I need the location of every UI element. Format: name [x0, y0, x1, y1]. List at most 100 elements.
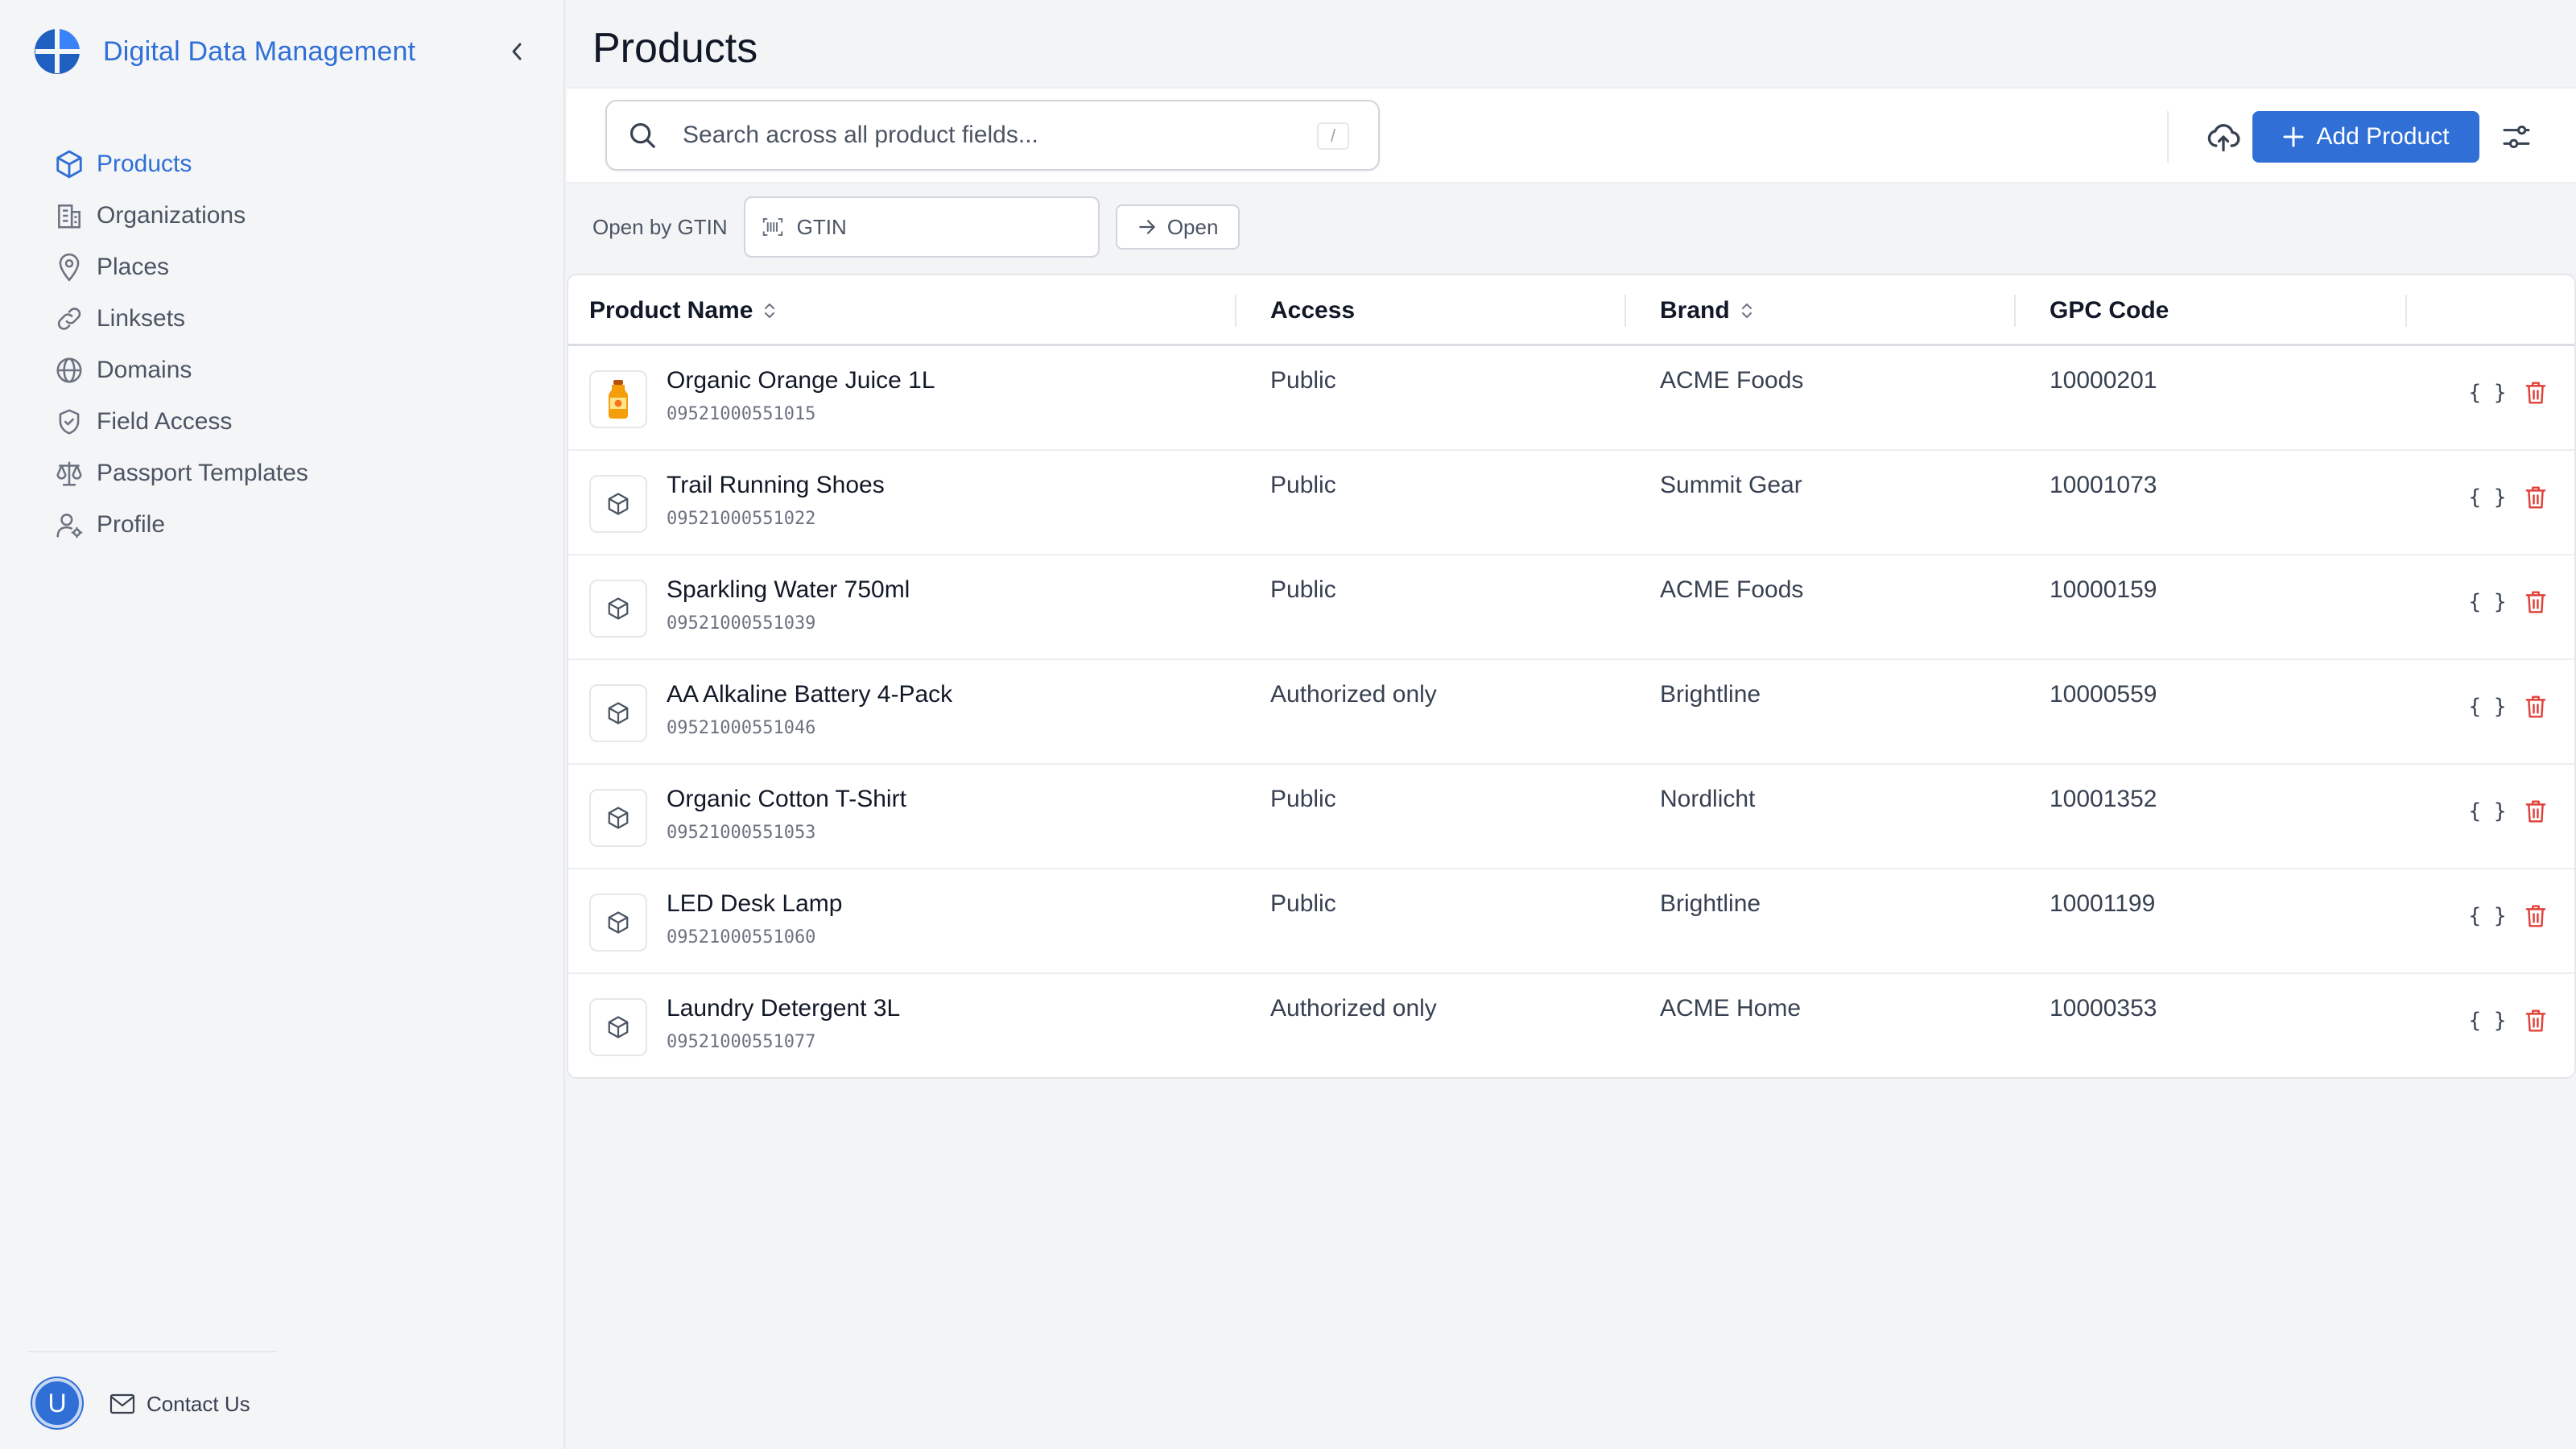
product-name[interactable]: Sparkling Water 750ml: [667, 576, 910, 604]
delete-button[interactable]: [2516, 374, 2555, 412]
table-row[interactable]: Sparkling Water 750ml 09521000551039 Pub…: [568, 555, 2574, 660]
column-header-product-name[interactable]: Product Name: [589, 275, 778, 346]
sidebar-item-label: Places: [97, 254, 170, 280]
trash-icon: [2525, 486, 2546, 509]
delete-button[interactable]: [2516, 1001, 2555, 1040]
table-row[interactable]: Laundry Detergent 3L 09521000551077 Auth…: [568, 974, 2574, 1077]
product-name[interactable]: AA Alkaline Battery 4-Pack: [667, 681, 952, 708]
trash-icon: [2525, 1009, 2546, 1032]
app-title: Digital Data Management: [103, 35, 416, 67]
column-header-label: Product Name: [589, 297, 753, 324]
open-gtin-button[interactable]: Open: [1115, 204, 1240, 250]
product-thumbnail: [589, 684, 647, 742]
delete-button[interactable]: [2516, 687, 2555, 726]
sidebar-item-label: Products: [97, 151, 192, 177]
trash-icon: [2525, 382, 2546, 404]
brand-cell: Nordlicht: [1660, 786, 1756, 812]
table-row[interactable]: Organic Cotton T-Shirt 09521000551053 Pu…: [568, 765, 2574, 869]
brand[interactable]: Digital Data Management: [34, 29, 415, 74]
app-logo-icon: [35, 29, 80, 74]
map-pin-icon: [53, 251, 85, 283]
delete-button[interactable]: [2516, 792, 2555, 831]
delete-button[interactable]: [2516, 478, 2555, 517]
view-json-button[interactable]: { }: [2468, 792, 2507, 831]
gpc-code-cell: 10000159: [2050, 576, 2157, 603]
open-label: Open: [1166, 214, 1219, 239]
sidebar: Digital Data Management Products Organiz…: [0, 0, 565, 1449]
column-header-brand[interactable]: Brand: [1660, 275, 1756, 346]
product-name[interactable]: Organic Orange Juice 1L: [667, 367, 935, 394]
product-name[interactable]: Organic Cotton T-Shirt: [667, 786, 906, 813]
filter-settings-button[interactable]: [2494, 114, 2539, 159]
trash-icon: [2525, 800, 2546, 823]
sidebar-item-organizations[interactable]: Organizations: [53, 190, 520, 242]
barcode-icon: [760, 214, 786, 240]
arrow-right-icon: [1139, 220, 1155, 234]
gtin-input[interactable]: [796, 214, 1071, 240]
upload-button[interactable]: [2201, 114, 2246, 159]
search-shortcut-hint: /: [1317, 122, 1349, 150]
toolbar: / Add Product: [567, 87, 2576, 184]
product-gtin: 09521000551039: [667, 613, 816, 634]
product-name[interactable]: Laundry Detergent 3L: [667, 995, 900, 1022]
sidebar-item-passport-templates[interactable]: Passport Templates: [53, 448, 520, 499]
gtin-field[interactable]: [743, 196, 1100, 258]
column-header-access[interactable]: Access: [1270, 275, 1355, 346]
column-resize-handle[interactable]: [1235, 295, 1236, 327]
products-table: Product Name Access Brand GPC Code Organ…: [567, 274, 2576, 1079]
delete-button[interactable]: [2516, 897, 2555, 935]
search-icon: [625, 118, 660, 153]
product-name[interactable]: LED Desk Lamp: [667, 890, 842, 918]
access-cell: Public: [1270, 890, 1336, 917]
gpc-code-cell: 10000353: [2050, 995, 2157, 1022]
brand-cell: ACME Foods: [1660, 576, 1804, 603]
table-row[interactable]: Trail Running Shoes 09521000551022 Publi…: [568, 451, 2574, 555]
scale-icon: [53, 457, 85, 489]
table-row[interactable]: AA Alkaline Battery 4-Pack 0952100055104…: [568, 660, 2574, 765]
sidebar-divider: [27, 1351, 277, 1352]
view-json-button[interactable]: { }: [2468, 897, 2507, 935]
sort-icon[interactable]: [1740, 299, 1756, 322]
plus-icon: [2283, 126, 2304, 147]
gpc-code-cell: 10001073: [2050, 472, 2157, 498]
product-thumbnail: [589, 580, 647, 638]
view-json-button[interactable]: { }: [2468, 687, 2507, 726]
avatar[interactable]: U: [32, 1378, 82, 1428]
column-header-gpc-code[interactable]: GPC Code: [2050, 275, 2169, 346]
access-cell: Authorized only: [1270, 995, 1437, 1022]
search-input[interactable]: [683, 122, 1278, 149]
chevron-left-icon: [512, 43, 522, 60]
cube-icon: [608, 493, 629, 515]
sidebar-item-linksets[interactable]: Linksets: [53, 293, 520, 345]
building-icon: [53, 200, 85, 232]
table-row[interactable]: LED Desk Lamp 09521000551060 Public Brig…: [568, 869, 2574, 974]
column-header-label: GPC Code: [2050, 297, 2169, 324]
toolbar-divider: [2167, 111, 2169, 163]
add-product-button[interactable]: Add Product: [2252, 111, 2479, 163]
view-json-button[interactable]: { }: [2468, 478, 2507, 517]
access-cell: Public: [1270, 472, 1336, 498]
sort-icon[interactable]: [762, 299, 778, 322]
contact-us-link[interactable]: Contact Us: [109, 1386, 250, 1422]
view-json-button[interactable]: { }: [2468, 374, 2507, 412]
delete-button[interactable]: [2516, 583, 2555, 621]
sidebar-item-places[interactable]: Places: [53, 242, 520, 293]
sidebar-item-label: Domains: [97, 357, 192, 383]
table-row[interactable]: Organic Orange Juice 1L 09521000551015 P…: [568, 346, 2574, 451]
sidebar-item-domains[interactable]: Domains: [53, 345, 520, 396]
sidebar-item-field-access[interactable]: Field Access: [53, 396, 520, 448]
column-resize-handle[interactable]: [1624, 295, 1626, 327]
search-box[interactable]: /: [605, 100, 1380, 171]
column-resize-handle[interactable]: [2014, 295, 2016, 327]
add-product-label: Add Product: [2316, 123, 2450, 150]
sidebar-item-products[interactable]: Products: [53, 138, 520, 190]
view-json-button[interactable]: { }: [2468, 583, 2507, 621]
trash-icon: [2525, 905, 2546, 927]
product-name[interactable]: Trail Running Shoes: [667, 472, 885, 499]
sidebar-item-profile[interactable]: Profile: [53, 499, 520, 551]
collapse-sidebar-button[interactable]: [501, 34, 533, 69]
trash-icon: [2525, 591, 2546, 613]
view-json-button[interactable]: { }: [2468, 1001, 2507, 1040]
table-header: Product Name Access Brand GPC Code: [568, 275, 2574, 346]
column-resize-handle[interactable]: [2405, 295, 2407, 327]
